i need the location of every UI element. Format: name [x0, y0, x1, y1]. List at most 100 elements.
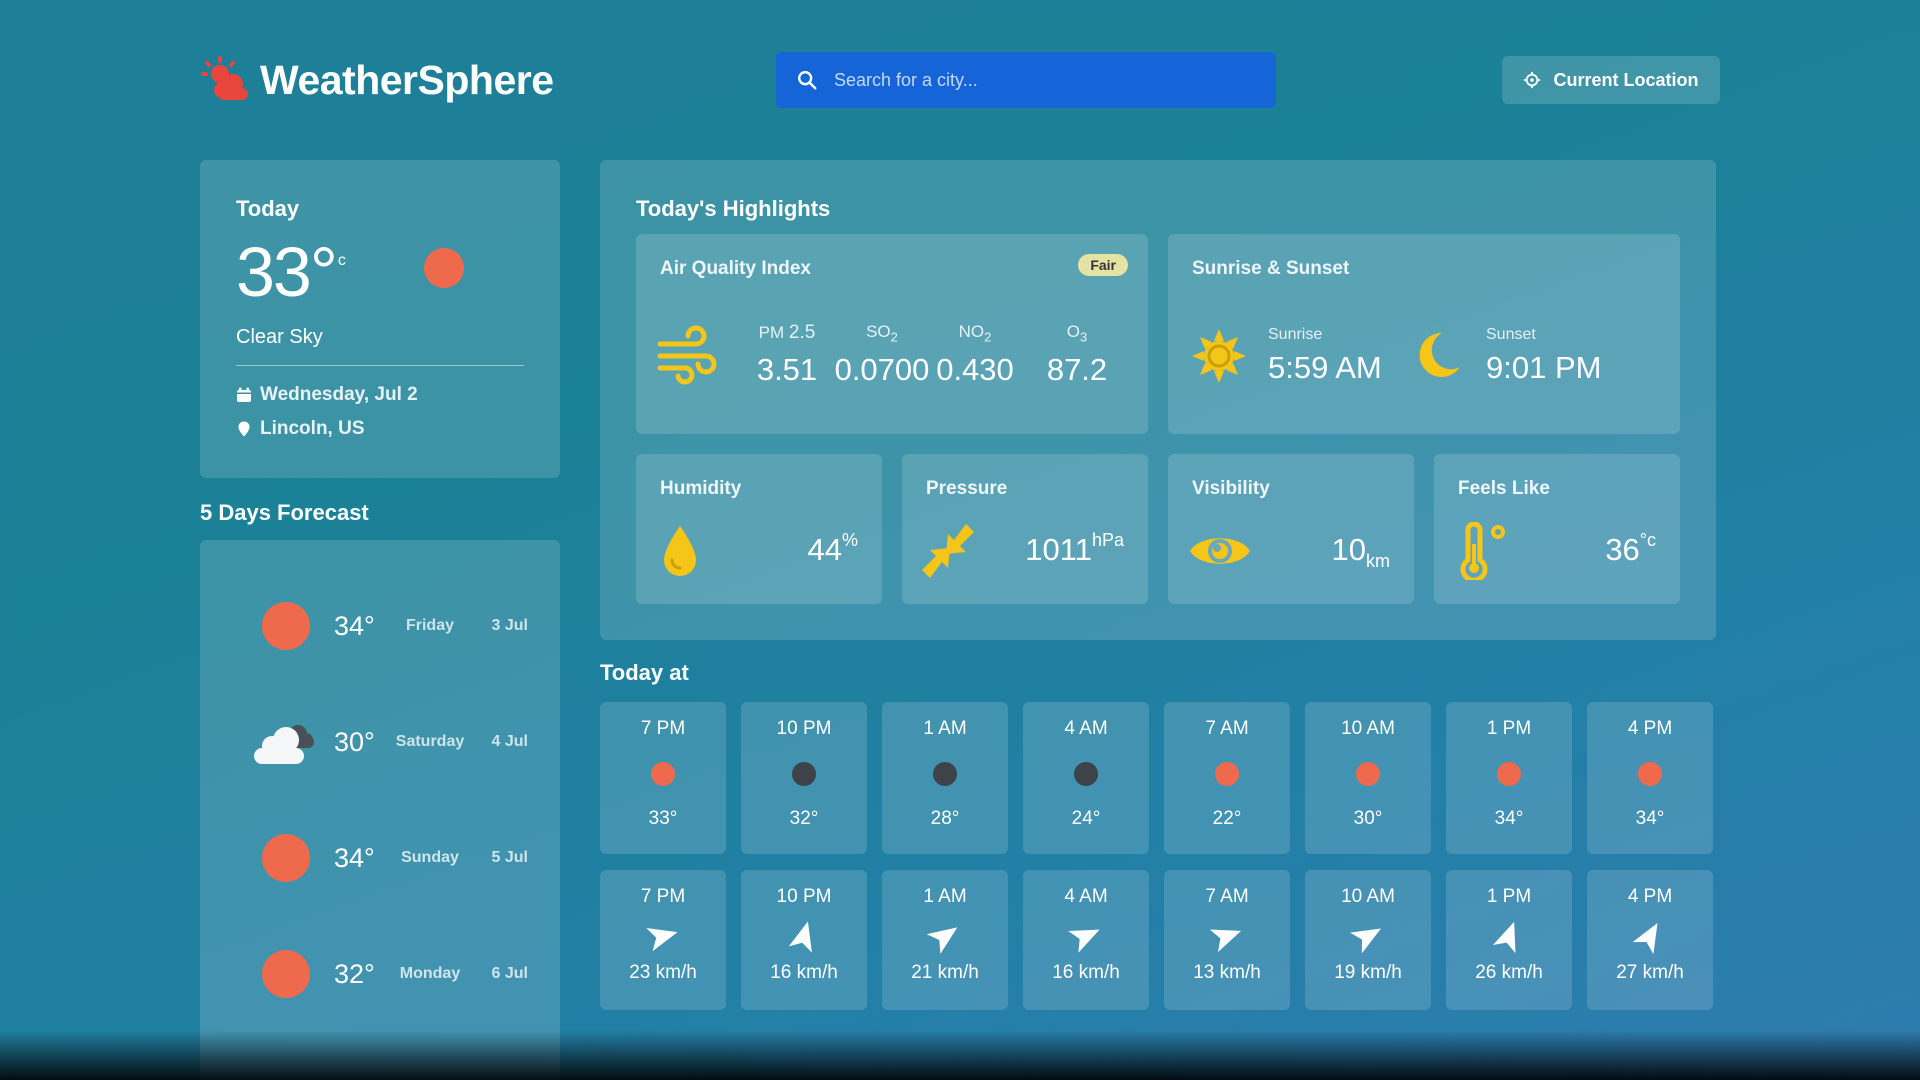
forecast-day: Sunday [401, 849, 459, 866]
sunrise-label: Sunrise [1268, 326, 1323, 343]
sun-icon [1638, 762, 1662, 786]
humidity-card: Humidity 44% [636, 454, 882, 604]
forecast-row[interactable]: 34° Friday 3 Jul [248, 596, 528, 656]
current-location-button[interactable]: Current Location [1502, 56, 1720, 104]
sun-icon [262, 602, 310, 650]
wind-card[interactable]: 7 PM 23 km/h [600, 870, 726, 1010]
hourly-temp: 34° [1635, 808, 1665, 829]
weather-logo-icon [201, 56, 248, 100]
wind-card[interactable]: 4 AM 16 km/h [1023, 870, 1149, 1010]
crosshair-icon [1524, 71, 1541, 89]
wind-icon [657, 325, 717, 385]
hourly-card[interactable]: 4 AM 24° [1023, 702, 1149, 854]
today-at-title: Today at [600, 660, 689, 685]
sunrise-time: 5:59 AM [1268, 350, 1382, 385]
sunrise-item: Sunrise 5:59 AM [1190, 326, 1382, 386]
aqi-title: Air Quality Index [660, 258, 811, 279]
wind-direction-icon [1068, 929, 1100, 953]
today-temp-row: 33° c [236, 232, 524, 312]
visibility-card: Visibility 10km [1168, 454, 1414, 604]
wind-card[interactable]: 10 PM 16 km/h [741, 870, 867, 1010]
logo[interactable]: WeatherSphere [200, 56, 554, 104]
feels-like-card: Feels Like 36°c [1434, 454, 1680, 604]
sun-icon [262, 834, 310, 882]
wind-direction-icon [1632, 923, 1658, 954]
forecast-date: 5 Jul [491, 849, 528, 866]
visibility-title: Visibility [1192, 478, 1270, 499]
today-card: Today 33° c Clear Sky Wednesday, Jul 2 L… [200, 160, 560, 478]
humidity-value: 44% [807, 530, 859, 567]
today-date-row: Wednesday, Jul 2 [236, 384, 524, 406]
hourly-card[interactable]: 1 PM 34° [1446, 702, 1572, 854]
eye-icon [1190, 538, 1250, 564]
highlights-panel: Today's Highlights Air Quality Index Fai… [600, 160, 1716, 640]
compress-arrows-icon [922, 524, 974, 578]
hourly-temp: 24° [1071, 808, 1101, 829]
forecast-card: 34° Friday 3 Jul 30° Saturday 4 Jul 34° … [200, 540, 560, 1080]
aqi-badge: Fair [1078, 254, 1128, 276]
wind-time: 4 PM [1627, 886, 1673, 907]
hourly-card[interactable]: 10 AM 30° [1305, 702, 1431, 854]
wind-speed: 23 km/h [629, 962, 697, 983]
aqi-o3: O3 87.2 [1046, 322, 1108, 388]
forecast-row[interactable]: 30° Saturday 4 Jul [248, 712, 528, 772]
sun-icon [1497, 762, 1521, 786]
hourly-time: 10 AM [1341, 718, 1395, 739]
aqi-pm25: PM 2.5 3.51 [756, 322, 818, 387]
hourly-time: 1 AM [923, 718, 967, 739]
wind-time: 7 AM [1205, 886, 1249, 907]
hourly-temp: 32° [789, 808, 819, 829]
hourly-time: 4 AM [1064, 718, 1108, 739]
forecast-date: 4 Jul [491, 733, 528, 750]
forecast-temp: 30° [334, 726, 375, 757]
wind-speed: 21 km/h [911, 962, 979, 983]
wind-card[interactable]: 1 AM 21 km/h [882, 870, 1008, 1010]
hourly-temp: 30° [1353, 808, 1383, 829]
forecast-temp: 34° [334, 842, 375, 873]
forecast-row[interactable]: 34° Sunday 5 Jul [248, 828, 528, 888]
hourly-card[interactable]: 1 AM 28° [882, 702, 1008, 854]
wind-speed: 16 km/h [1052, 962, 1120, 983]
today-date: Wednesday, Jul 2 [260, 384, 418, 405]
search-input[interactable] [834, 69, 1254, 91]
wind-card[interactable]: 7 AM 13 km/h [1164, 870, 1290, 1010]
sun-icon [651, 762, 675, 786]
moon-icon [1419, 332, 1460, 377]
moon-icon [792, 762, 816, 786]
sun-title: Sunrise & Sunset [1192, 258, 1350, 279]
search-icon [798, 71, 817, 90]
droplet-icon [664, 526, 696, 576]
sun-icon [1356, 762, 1380, 786]
hourly-temp: 22° [1212, 808, 1242, 829]
moon-icon [933, 762, 957, 786]
hourly-card[interactable]: 7 PM 33° [600, 702, 726, 854]
highlights-title: Today's Highlights [636, 196, 831, 221]
header: WeatherSphere Current Location [200, 52, 1720, 108]
cloud-icon [254, 725, 314, 764]
forecast-row[interactable]: 32° Monday 6 Jul [248, 944, 528, 1004]
wind-time: 1 PM [1486, 886, 1532, 907]
wind-time: 7 PM [640, 886, 686, 907]
sun-icon [262, 950, 310, 998]
today-condition: Clear Sky [236, 326, 524, 366]
aqi-no2: NO2 0.430 [936, 322, 1014, 388]
hourly-card[interactable]: 4 PM 34° [1587, 702, 1713, 854]
wind-time: 1 AM [923, 886, 967, 907]
search-bar[interactable] [776, 52, 1276, 108]
wind-card[interactable]: 10 AM 19 km/h [1305, 870, 1431, 1010]
hourly-time: 7 PM [640, 718, 686, 739]
sunset-time: 9:01 PM [1486, 350, 1602, 385]
forecast-temp: 34° [334, 610, 375, 641]
sunrise-sun-icon [1192, 329, 1246, 383]
wind-direction-icon [1350, 928, 1381, 954]
wind-direction-icon [927, 927, 958, 954]
wind-card[interactable]: 1 PM 26 km/h [1446, 870, 1572, 1010]
hourly-card[interactable]: 10 PM 32° [741, 702, 867, 854]
sun-icon [1215, 762, 1239, 786]
wind-time: 10 AM [1341, 886, 1395, 907]
hourly-temp: 33° [648, 808, 678, 829]
air-quality-card: Air Quality Index Fair PM 2.5 3.51 SO2 0… [636, 234, 1148, 434]
hourly-card[interactable]: 7 AM 22° [1164, 702, 1290, 854]
hourly-temp: 28° [930, 808, 960, 829]
wind-card[interactable]: 4 PM 27 km/h [1587, 870, 1713, 1010]
